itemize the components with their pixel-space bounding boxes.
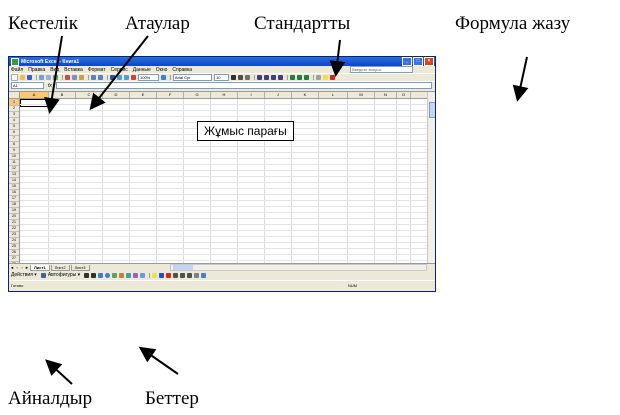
kestelik-arrow (44, 35, 63, 114)
annotation-arrows (44, 35, 529, 385)
ainaldyr-arrow (45, 359, 73, 385)
formula-arrow (512, 56, 529, 102)
ataular-arrow (89, 35, 149, 111)
standarttar-arrow (329, 39, 346, 77)
better-arrow (138, 346, 179, 375)
